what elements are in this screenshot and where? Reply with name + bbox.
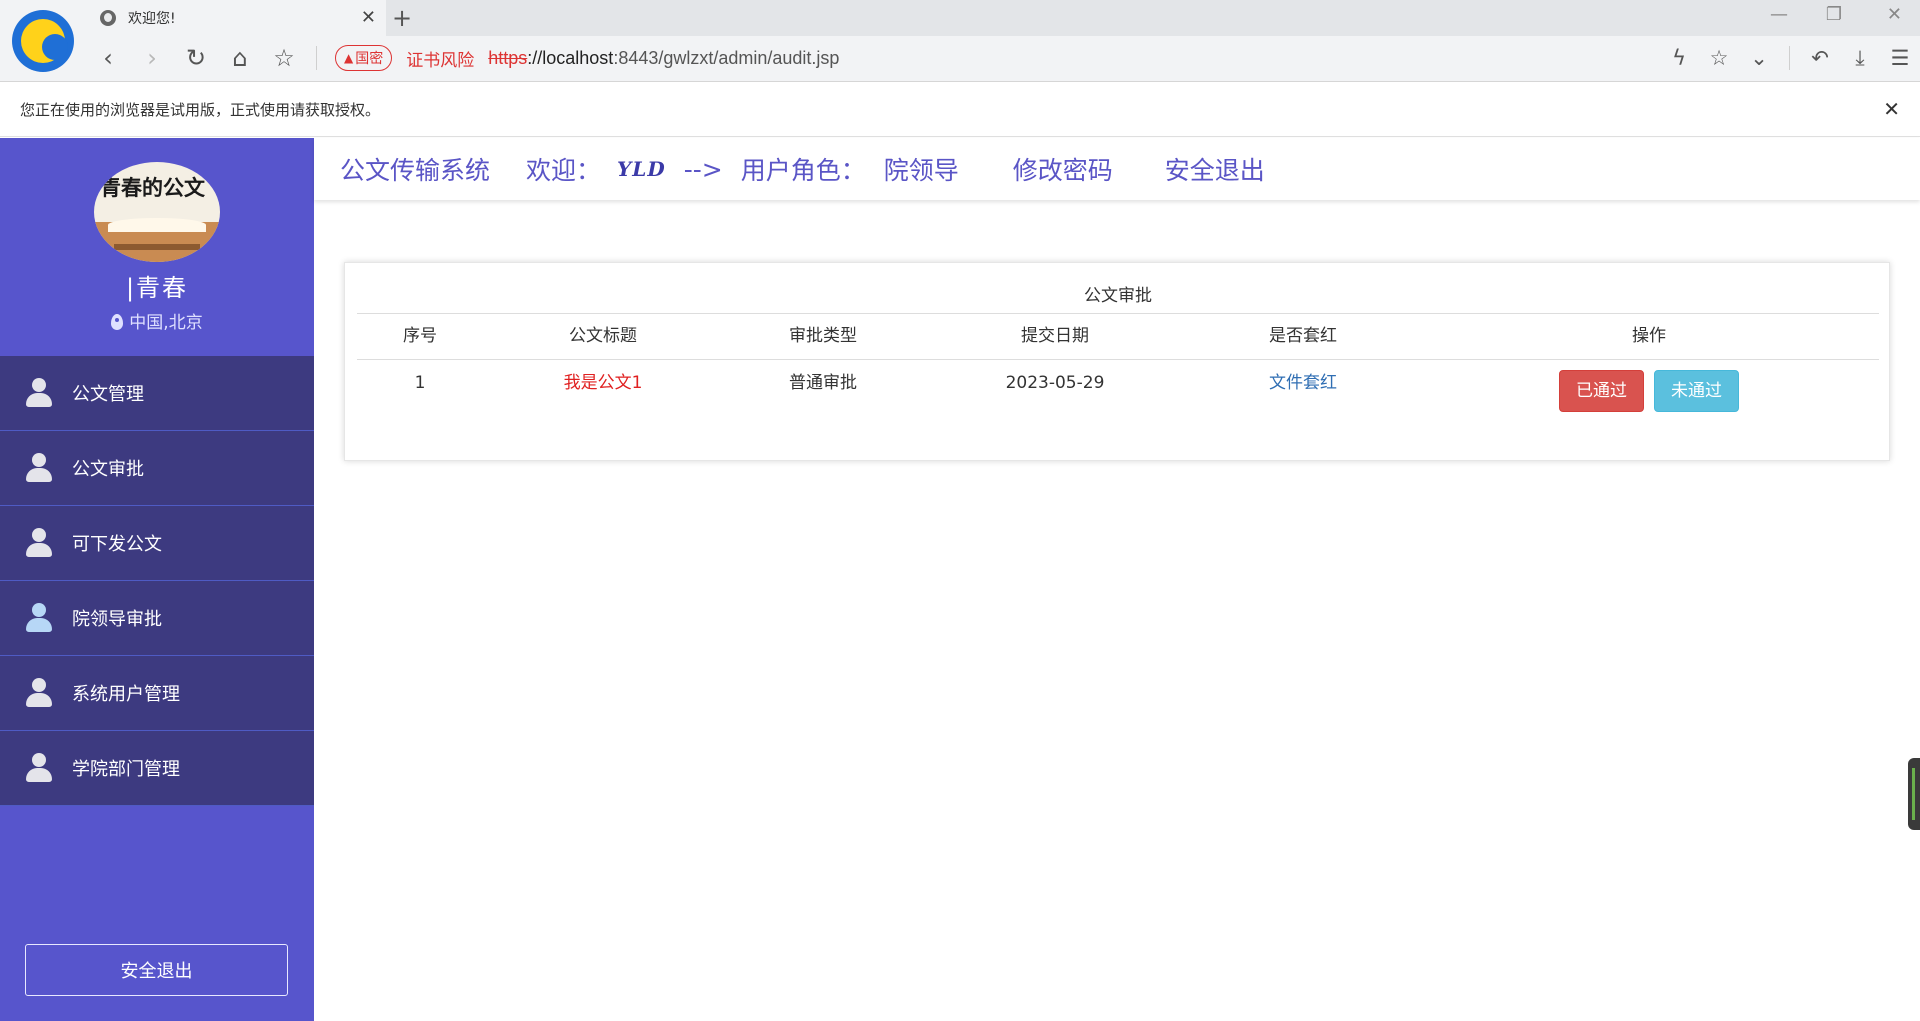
toolbar-divider xyxy=(316,46,317,70)
address-bar[interactable]: https://localhost:8443/gwlzxt/admin/audi… xyxy=(488,48,839,69)
profile-location: 中国,北京 xyxy=(0,308,314,333)
system-title[interactable]: 公文传输系统 xyxy=(340,151,490,187)
sidebar-item-leader-approval[interactable]: 院领导审批 xyxy=(0,581,314,656)
notice-close-icon[interactable]: ✕ xyxy=(1883,97,1900,121)
role-value: 院领导 xyxy=(883,156,959,185)
sidebar-item-label: 系统用户管理 xyxy=(72,684,180,705)
gm-badge-label: 国密 xyxy=(355,51,384,67)
doc-title-link[interactable]: 我是公文1 xyxy=(564,373,643,393)
globe-icon xyxy=(100,10,116,26)
url-scheme: https xyxy=(488,47,528,68)
column-header: 公文标题 xyxy=(569,326,637,346)
trial-notice-text: 您正在使用的浏览器是试用版，正式使用请获取授权。 xyxy=(20,101,381,119)
undo-icon[interactable]: ↶ xyxy=(1800,46,1840,70)
restore-icon[interactable]: ❐ xyxy=(1826,4,1842,25)
approval-table: 序号 公文标题 审批类型 提交日期 是否套红 操作 1 我是公文1 普通审批 2… xyxy=(357,313,1879,419)
arrow-separator: --> xyxy=(683,154,723,184)
browser-logo-icon xyxy=(12,10,74,72)
approve-button[interactable]: 已通过 xyxy=(1559,370,1644,412)
new-tab-button[interactable]: + xyxy=(392,4,412,32)
column-header: 审批类型 xyxy=(789,326,857,346)
main-content: 公文传输系统 欢迎： YLD --> 用户角色： 院领导 修改密码 安全退出 公… xyxy=(314,138,1920,1021)
profile-name-text: 青春 xyxy=(136,274,189,302)
download-icon[interactable]: ⤓ xyxy=(1840,46,1880,71)
row-submit-date: 2023-05-29 xyxy=(1005,373,1105,393)
back-icon[interactable]: ‹ xyxy=(86,44,130,72)
book-icon xyxy=(94,218,220,262)
url-path: :8443/gwlzxt/admin/audit.jsp xyxy=(613,47,840,68)
row-doc-title: 我是公文1 xyxy=(483,360,723,406)
row-approval-type: 普通审批 xyxy=(789,373,857,393)
tab-close-icon[interactable]: ✕ xyxy=(361,7,376,28)
url-host: ://localhost xyxy=(527,47,614,68)
browser-tab[interactable]: 欢迎您! ✕ xyxy=(86,0,386,36)
table-caption: 公文审批 xyxy=(1084,286,1152,306)
toolbar-divider-right xyxy=(1789,46,1790,70)
gm-cert-badge[interactable]: ▲ 国密 xyxy=(335,45,393,71)
table-row: 1 我是公文1 普通审批 2023-05-29 文件套红 已通过 未通过 xyxy=(357,359,1879,419)
column-header: 提交日期 xyxy=(1021,326,1089,346)
column-header: 是否套红 xyxy=(1269,326,1337,346)
user-icon xyxy=(26,528,52,558)
reload-icon[interactable]: ↻ xyxy=(174,44,218,72)
forward-icon[interactable]: › xyxy=(130,44,174,72)
bookmark-star-icon[interactable]: ☆ xyxy=(262,44,306,72)
sidebar-item-label: 公文管理 xyxy=(72,384,144,405)
column-header: 操作 xyxy=(1632,326,1666,346)
row-actions: 已通过 未通过 xyxy=(1419,360,1879,412)
avatar-caption: 青春的公文 xyxy=(100,175,205,200)
location-pin-icon xyxy=(111,314,124,330)
menu-icon[interactable]: ☰ xyxy=(1880,46,1920,70)
sidebar-item-document-approval[interactable]: 公文审批 xyxy=(0,431,314,506)
approval-card: 公文审批 序号 公文标题 审批类型 提交日期 是否套红 操作 1 我是公文1 普… xyxy=(344,262,1890,461)
logout-link[interactable]: 安全退出 xyxy=(1165,151,1265,187)
browser-toolbar: ‹ › ↻ ⌂ ☆ ▲ 国密 证书风险 https://localhost:84… xyxy=(86,38,1920,78)
chevron-down-icon[interactable]: ⌄ xyxy=(1739,46,1779,70)
profile-panel: 青春的公文 |青春 中国,北京 xyxy=(0,138,314,356)
lightning-icon[interactable]: ϟ xyxy=(1659,46,1699,70)
home-icon[interactable]: ⌂ xyxy=(218,44,262,72)
favorite-star-icon[interactable]: ☆ xyxy=(1699,46,1739,70)
sidebar-menu: 公文管理 公文审批 可下发公文 院领导审批 系统用户管理 学院部门管理 xyxy=(0,356,314,806)
sidebar-item-document-management[interactable]: 公文管理 xyxy=(0,356,314,431)
role-label: 用户角色： xyxy=(740,156,866,185)
username: YLD xyxy=(617,157,666,181)
window-close-icon[interactable]: ✕ xyxy=(1887,4,1902,25)
profile-location-text: 中国,北京 xyxy=(129,313,203,333)
top-header: 公文传输系统 欢迎： YLD --> 用户角色： 院领导 修改密码 安全退出 xyxy=(314,138,1920,200)
column-header: 序号 xyxy=(403,326,437,346)
user-icon xyxy=(26,603,52,633)
profile-name: |青春 xyxy=(125,274,189,302)
side-panel-handle[interactable] xyxy=(1908,758,1920,830)
sidebar-logout-button[interactable]: 安全退出 xyxy=(25,944,288,996)
user-icon xyxy=(26,453,52,483)
sidebar-item-label: 可下发公文 xyxy=(72,534,162,555)
avatar: 青春的公文 xyxy=(94,162,220,262)
user-icon xyxy=(26,753,52,783)
sidebar-item-label: 院领导审批 xyxy=(72,609,162,630)
table-header-row: 序号 公文标题 审批类型 提交日期 是否套红 操作 xyxy=(357,313,1879,359)
warning-icon: ▲ xyxy=(344,51,354,65)
reject-button[interactable]: 未通过 xyxy=(1654,370,1739,412)
trial-notice-bar: 您正在使用的浏览器是试用版，正式使用请获取授权。 ✕ xyxy=(0,83,1920,137)
sidebar-item-label: 学院部门管理 xyxy=(72,759,180,780)
redhead-link[interactable]: 文件套红 xyxy=(1269,373,1337,393)
user-icon xyxy=(26,678,52,708)
sidebar-item-department-management[interactable]: 学院部门管理 xyxy=(0,731,314,806)
user-icon xyxy=(26,378,52,408)
tab-title: 欢迎您! xyxy=(128,11,176,27)
sidebar-item-user-management[interactable]: 系统用户管理 xyxy=(0,656,314,731)
sidebar-item-label: 公文审批 xyxy=(72,459,144,480)
browser-chrome: 欢迎您! ✕ + — ❐ ✕ ‹ › ↻ ⌂ ☆ ▲ 国密 证书风险 https… xyxy=(0,0,1920,82)
sidebar-item-issuable-documents[interactable]: 可下发公文 xyxy=(0,506,314,581)
change-password-link[interactable]: 修改密码 xyxy=(1013,151,1113,187)
toolbar-right: ϟ ☆ ⌄ ↶ ⤓ ☰ xyxy=(1659,38,1920,78)
row-redhead: 文件套红 xyxy=(1187,360,1419,406)
welcome-label: 欢迎： xyxy=(526,156,602,185)
row-index: 1 xyxy=(414,373,426,393)
minimize-icon[interactable]: — xyxy=(1770,4,1788,25)
cert-warning[interactable]: 证书风险 xyxy=(406,46,474,71)
sidebar: 青春的公文 |青春 中国,北京 公文管理 公文审批 可下发公文 院领导审批 系统… xyxy=(0,138,314,1021)
tab-strip: 欢迎您! ✕ + — ❐ ✕ xyxy=(86,0,1920,36)
